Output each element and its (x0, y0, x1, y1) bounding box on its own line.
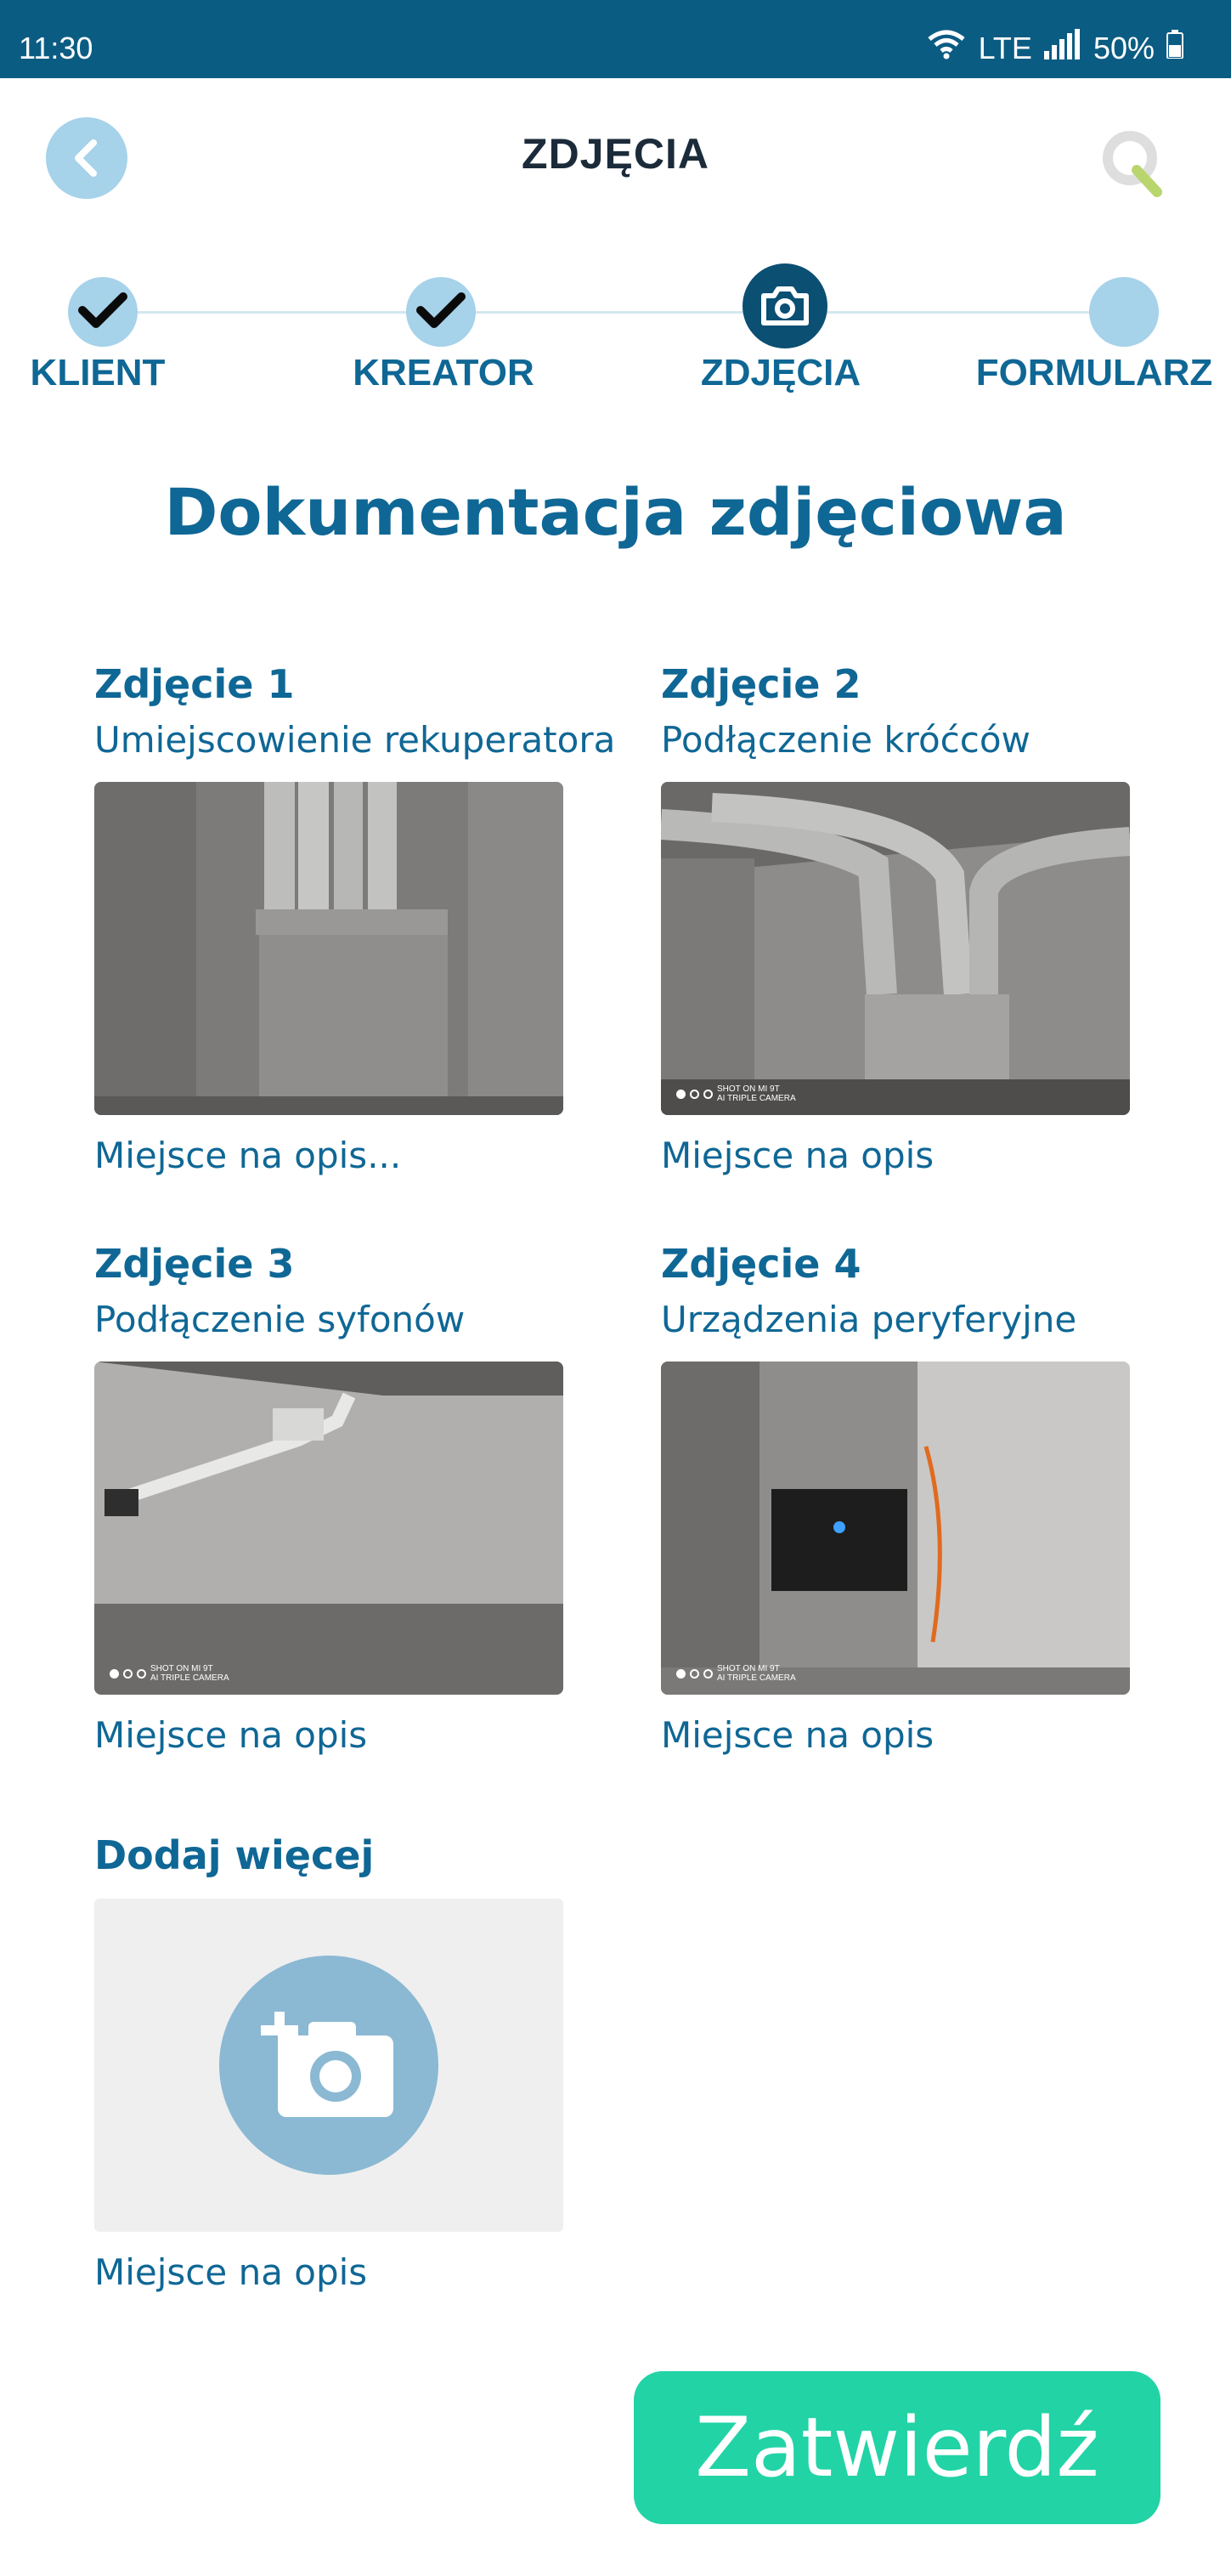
photo-title: Zdjęcie 2 (661, 661, 861, 707)
add-more-description[interactable]: Miejsce na opis (94, 2249, 570, 2296)
wifi-icon (926, 29, 967, 67)
photo-subtitle: Podłączenie króćców (661, 719, 1031, 761)
step-dot-done (406, 277, 476, 347)
status-icons: LTE 50% (926, 29, 1183, 67)
stepper-line (102, 311, 1141, 314)
status-time: 11:30 (19, 31, 93, 65)
photo-subtitle: Urządzenia peryferyjne (661, 1299, 1077, 1340)
status-bar: 11:30 LTE 50% (0, 0, 1231, 78)
photo-card-4: Zdjęcie 4 Urządzenia peryferyjne SHOT ON… (661, 1239, 1137, 1759)
photo-image (94, 1362, 563, 1695)
photo-thumbnail[interactable]: SHOT ON MI 9T AI TRIPLE CAMERA (661, 1362, 1130, 1695)
photo-thumbnail[interactable]: SHOT ON MI 9T AI TRIPLE CAMERA (94, 1362, 563, 1695)
q-logo-icon[interactable] (1098, 126, 1169, 197)
confirm-button[interactable]: Zatwierdź (634, 2371, 1160, 2524)
photo-thumbnail[interactable] (94, 782, 563, 1115)
photo-card-3: Zdjęcie 3 Podłączenie syfonów SHOT ON MI… (94, 1239, 570, 1759)
photo-title: Zdjęcie 4 (661, 1241, 861, 1287)
camera-watermark: SHOT ON MI 9T AI TRIPLE CAMERA (110, 1664, 229, 1683)
camera-watermark: SHOT ON MI 9T AI TRIPLE CAMERA (676, 1084, 796, 1103)
battery-level: 50% (1093, 30, 1155, 65)
photo-description[interactable]: Miejsce na opis... (94, 1132, 570, 1180)
step-label: KLIENT (30, 352, 166, 393)
step-dot-pending (1089, 277, 1159, 347)
step-dot-done (68, 277, 138, 347)
photo-subtitle: Umiejscowienie rekuperatora (94, 719, 616, 761)
photo-title: Zdjęcie 3 (94, 1241, 295, 1287)
photo-description[interactable]: Miejsce na opis (661, 1132, 1137, 1180)
signal-icon (1043, 29, 1081, 67)
step-label: ZDJĘCIA (700, 352, 861, 393)
add-photo-icon (261, 2012, 393, 2117)
section-heading: Dokumentacja zdjęciowa (164, 474, 1067, 550)
step-label: KREATOR (353, 352, 534, 393)
photo-description[interactable]: Miejsce na opis (661, 1712, 1137, 1759)
page-title: ZDJĘCIA (522, 130, 709, 178)
photo-image (94, 782, 563, 1115)
photo-description[interactable]: Miejsce na opis (94, 1712, 570, 1759)
photo-image (661, 1362, 1130, 1695)
check-icon (416, 292, 466, 328)
photo-title: Zdjęcie 1 (94, 661, 295, 707)
photo-thumbnail[interactable]: SHOT ON MI 9T AI TRIPLE CAMERA (661, 782, 1130, 1115)
photo-card-2: Zdjęcie 2 Podłączenie króćców SHOT ON MI… (661, 660, 1137, 1180)
add-more-title: Dodaj więcej (94, 1832, 375, 1878)
camera-icon (761, 286, 809, 326)
step-label: FORMULARZ (975, 352, 1213, 393)
photo-card-1: Zdjęcie 1 Umiejscowienie rekuperatora Mi… (94, 660, 616, 1180)
network-type: LTE (978, 30, 1032, 65)
photo-image (661, 782, 1130, 1115)
battery-icon (1166, 30, 1183, 66)
step-dot-active (743, 263, 827, 348)
add-photo-button[interactable] (94, 1899, 563, 2232)
add-photo-circle (219, 1956, 438, 2175)
camera-watermark: SHOT ON MI 9T AI TRIPLE CAMERA (676, 1664, 796, 1683)
photo-subtitle: Podłączenie syfonów (94, 1299, 466, 1340)
add-more-card: Dodaj więcej Miejsce na opis (94, 1831, 570, 2296)
check-icon (78, 292, 127, 328)
